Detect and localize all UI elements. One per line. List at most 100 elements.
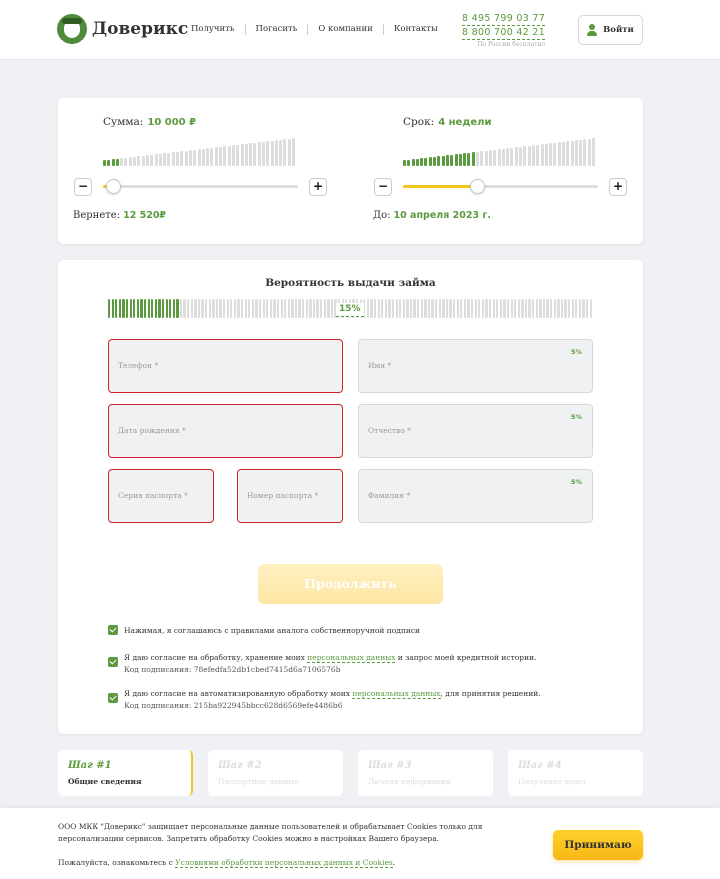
level-bar bbox=[111, 159, 115, 166]
level-bar bbox=[437, 156, 441, 166]
passport-number-field[interactable]: Номер паспорта * bbox=[237, 469, 343, 523]
probability-bar-segment bbox=[248, 298, 251, 318]
amount-slider-handle[interactable] bbox=[105, 179, 121, 194]
probability-bar-segment bbox=[481, 298, 485, 318]
until-value: 10 апреля 2023 г. bbox=[393, 210, 491, 221]
amount-slider[interactable] bbox=[103, 179, 298, 194]
term-slider[interactable] bbox=[403, 179, 598, 194]
level-bar bbox=[154, 154, 158, 166]
birth-date-placeholder: Дата рождения * bbox=[118, 426, 186, 435]
probability-bar-segment bbox=[244, 298, 247, 318]
amount-minus-button[interactable]: − bbox=[74, 178, 92, 196]
patronymic-field[interactable]: Отчество * 5% bbox=[358, 404, 593, 458]
term-section: Срок: 4 недели − + До: 10 апреля 2023 г. bbox=[358, 98, 627, 244]
probability-bar-segment bbox=[140, 298, 143, 318]
personal-data-link[interactable]: персональных данных bbox=[307, 653, 396, 663]
level-bar bbox=[206, 148, 210, 166]
probability-bar-segment bbox=[532, 298, 535, 318]
surname-field[interactable]: Фамилия * 5% bbox=[358, 469, 593, 523]
step-1-label: Общие сведения bbox=[68, 777, 142, 786]
probability-bar-segment bbox=[291, 298, 294, 318]
agreement-personal-data-checkbox[interactable] bbox=[108, 657, 118, 667]
level-bar bbox=[223, 146, 227, 166]
level-bar bbox=[133, 156, 137, 166]
application-form: Вероятность выдачи займа 15% Телефон * И… bbox=[58, 260, 643, 734]
phone-2[interactable]: 8 800 700 42 21 bbox=[462, 25, 546, 40]
personal-data-link-2[interactable]: персональных данных bbox=[352, 689, 441, 699]
level-bar bbox=[270, 140, 274, 166]
nav-item-get[interactable]: Получить bbox=[191, 24, 245, 35]
passport-number-placeholder: Номер паспорта * bbox=[247, 491, 319, 500]
probability-bar-segment bbox=[154, 298, 158, 318]
probability-bar-segment bbox=[510, 298, 513, 318]
phone-placeholder: Телефон * bbox=[118, 361, 159, 370]
probability-bar-segment bbox=[517, 298, 520, 318]
level-bar bbox=[236, 144, 240, 166]
probability-bar-segment bbox=[276, 298, 280, 318]
nav-item-contacts[interactable]: Контакты bbox=[382, 24, 448, 35]
probability-bar-segment bbox=[233, 298, 237, 318]
nav-item-repay[interactable]: Погасить bbox=[244, 24, 308, 35]
step-3[interactable]: Шаг #3 Личная информация bbox=[358, 750, 493, 796]
cookie-accept-button[interactable]: Принимаю bbox=[553, 830, 643, 860]
probability-bar-segment bbox=[506, 298, 510, 318]
term-label: Срок: 4 недели bbox=[403, 116, 492, 128]
level-bar bbox=[415, 158, 419, 166]
level-bar bbox=[283, 139, 287, 166]
level-bar bbox=[188, 150, 192, 166]
step-3-number: Шаг #3 bbox=[368, 760, 412, 771]
probability-bar-segment bbox=[496, 298, 499, 318]
level-bar bbox=[261, 141, 265, 166]
passport-series-field[interactable]: Серия паспорта * bbox=[108, 469, 214, 523]
level-bar bbox=[454, 154, 458, 166]
level-bar bbox=[458, 153, 462, 166]
nav-item-about[interactable]: О компании bbox=[307, 24, 382, 35]
level-bar bbox=[553, 142, 557, 166]
birth-date-field[interactable]: Дата рождения * bbox=[108, 404, 343, 458]
probability-bar-segment bbox=[305, 298, 308, 318]
header: Доверикс Получить Погасить О компании Ко… bbox=[0, 0, 720, 60]
logo[interactable]: Доверикс bbox=[57, 14, 188, 44]
level-bar bbox=[197, 149, 201, 166]
probability-bar-segment bbox=[205, 298, 208, 318]
level-bar bbox=[124, 157, 128, 166]
level-bar bbox=[163, 153, 167, 166]
probability-bar-segment bbox=[212, 298, 215, 318]
step-4[interactable]: Шаг #4 Получение денег bbox=[508, 750, 643, 796]
phone-field[interactable]: Телефон * bbox=[108, 339, 343, 393]
probability-bar-segment bbox=[373, 298, 377, 318]
step-2[interactable]: Шаг #2 Паспортные данные bbox=[208, 750, 343, 796]
amount-section: Сумма: 10 000 ₽ − + Вернете: 12 520₽ bbox=[58, 98, 327, 244]
continue-button[interactable]: Продолжить bbox=[258, 564, 443, 604]
level-bar bbox=[583, 139, 587, 166]
level-bar bbox=[115, 158, 119, 166]
probability-bar-segment bbox=[201, 298, 204, 318]
agreement-automated-checkbox[interactable] bbox=[108, 693, 118, 703]
login-button[interactable]: Войти bbox=[578, 15, 643, 45]
term-plus-button[interactable]: + bbox=[609, 178, 627, 196]
cookie-policy-link[interactable]: Условиями обработки персональных данных … bbox=[175, 858, 393, 868]
name-field[interactable]: Имя * 5% bbox=[358, 339, 593, 393]
probability-bar-segment bbox=[438, 298, 441, 318]
until-label: До: 10 апреля 2023 г. bbox=[373, 210, 491, 221]
probability-bar-segment bbox=[316, 298, 319, 318]
probability-bar-segment bbox=[309, 298, 312, 318]
step-1[interactable]: Шаг #1 Общие сведения bbox=[58, 750, 193, 796]
phone-1[interactable]: 8 495 799 03 77 bbox=[462, 12, 545, 25]
probability-bar-segment bbox=[463, 298, 467, 318]
probability-bar-segment bbox=[327, 298, 330, 318]
probability-bar-segment bbox=[269, 298, 273, 318]
agreement-signature-text: Нажимая, я соглашаюсь с правилами аналог… bbox=[124, 626, 421, 635]
term-minus-button[interactable]: − bbox=[374, 178, 392, 196]
amount-plus-button[interactable]: + bbox=[309, 178, 327, 196]
name-placeholder: Имя * bbox=[368, 361, 392, 370]
term-slider-handle[interactable] bbox=[470, 179, 486, 194]
probability-bar-segment bbox=[427, 298, 431, 318]
probability-bar-segment bbox=[582, 298, 585, 318]
probability-bar-segment bbox=[453, 298, 456, 318]
agreement-signature-checkbox[interactable] bbox=[108, 625, 118, 635]
probability-bar-segment bbox=[194, 298, 197, 318]
level-bar bbox=[167, 152, 171, 166]
level-bar bbox=[279, 139, 283, 166]
probability-bar-segment bbox=[589, 298, 592, 318]
